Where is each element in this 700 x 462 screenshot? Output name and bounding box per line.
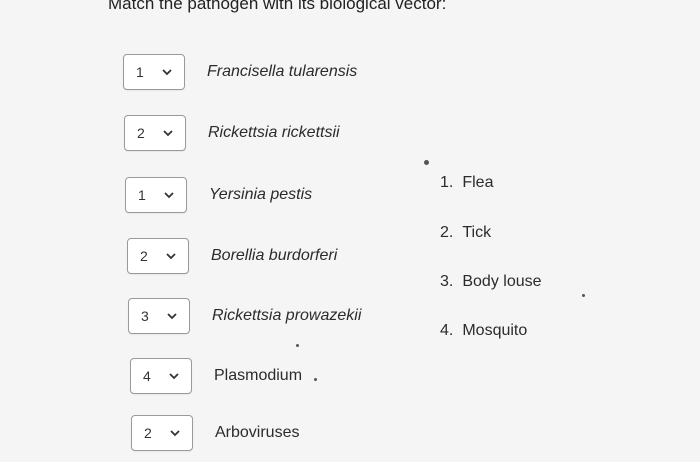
speck [582, 294, 585, 297]
pathogen-label: Francisella tularensis [207, 63, 358, 80]
match-row-1: 1 Francisella tularensis [123, 52, 357, 92]
select-value: 2 [137, 125, 145, 141]
chevron-down-icon [167, 313, 177, 320]
vector-select-3[interactable]: 1 [125, 177, 187, 213]
select-value: 1 [138, 187, 146, 203]
chevron-down-icon [170, 430, 180, 437]
question-title: Match the pathogen with its biological v… [108, 0, 447, 13]
vector-number: 2. [440, 224, 454, 241]
vector-label: Tick [462, 224, 492, 241]
vector-option-1: 1. Flea [440, 174, 493, 192]
match-row-2: 2 Rickettsia rickettsii [124, 113, 340, 153]
vector-select-4[interactable]: 2 [127, 238, 189, 274]
select-value: 1 [136, 64, 144, 80]
speck [296, 344, 299, 347]
speck [424, 160, 429, 165]
chevron-down-icon [164, 192, 174, 199]
vector-label: Mosquito [462, 322, 528, 339]
select-value: 2 [140, 248, 148, 264]
match-row-4: 2 Borellia burdorferi [127, 236, 337, 276]
select-value: 2 [144, 425, 152, 441]
select-value: 4 [143, 368, 151, 384]
vector-select-7[interactable]: 2 [131, 415, 193, 451]
vector-select-1[interactable]: 1 [123, 54, 185, 90]
pathogen-label: Yersinia pestis [209, 186, 313, 203]
match-row-3: 1 Yersinia pestis [125, 175, 312, 215]
vector-option-3: 3. Body louse [440, 273, 542, 291]
pathogen-label: Arboviruses [215, 424, 300, 441]
vector-number: 1. [440, 174, 454, 191]
match-row-7: 2 Arboviruses [131, 413, 299, 453]
vector-select-2[interactable]: 2 [124, 115, 186, 151]
chevron-down-icon [166, 253, 176, 260]
pathogen-label: Borellia burdorferi [211, 247, 338, 264]
pathogen-label: Plasmodium [214, 367, 303, 384]
vector-option-4: 4. Mosquito [440, 322, 527, 340]
vector-number: 3. [440, 273, 454, 290]
select-value: 3 [141, 308, 149, 324]
speck [314, 378, 317, 381]
vector-label: Flea [462, 174, 494, 191]
match-row-6: 4 Plasmodium [130, 356, 302, 396]
chevron-down-icon [163, 130, 173, 137]
vector-select-6[interactable]: 4 [130, 358, 192, 394]
vector-label: Body louse [462, 273, 542, 290]
pathogen-label: Rickettsia prowazekii [212, 307, 362, 324]
match-row-5: 3 Rickettsia prowazekii [128, 296, 361, 336]
chevron-down-icon [169, 373, 179, 380]
vector-number: 4. [440, 322, 454, 339]
chevron-down-icon [162, 69, 172, 76]
vector-option-2: 2. Tick [440, 224, 491, 242]
pathogen-label: Rickettsia rickettsii [208, 124, 340, 141]
vector-select-5[interactable]: 3 [128, 298, 190, 334]
